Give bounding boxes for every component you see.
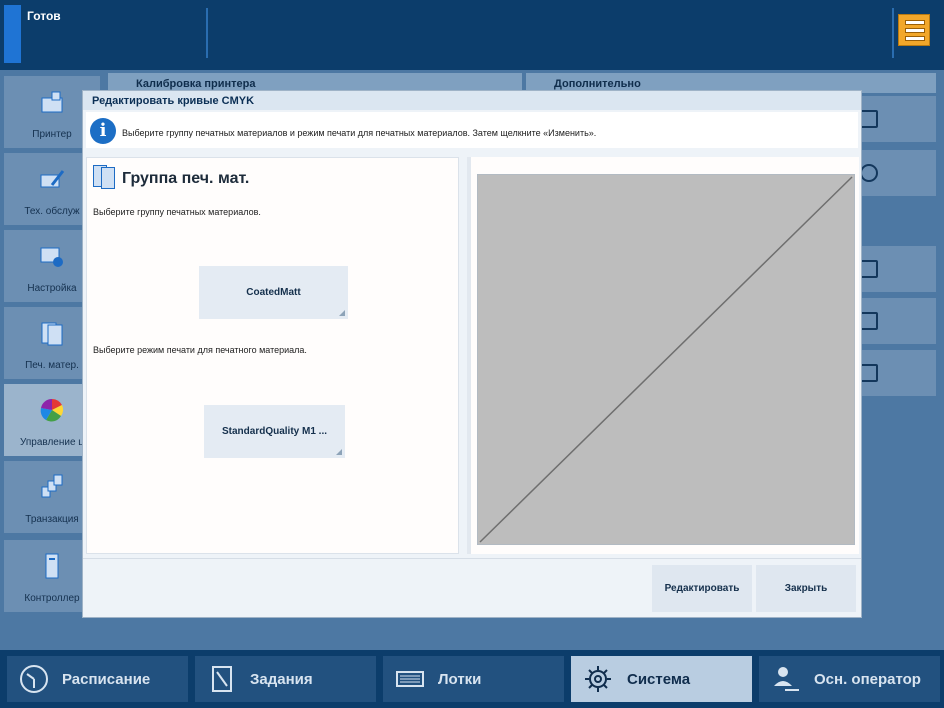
media-group-select[interactable]: CoatedMatt (199, 266, 348, 319)
media-group-prompt: Выберите группу печатных материалов. (93, 207, 261, 217)
curve-preview-pane (467, 157, 859, 554)
clock-icon (20, 665, 48, 693)
media-icon (41, 322, 63, 346)
edit-cmyk-curves-dialog: Редактировать кривые CMYK i Выберите гру… (82, 90, 862, 618)
info-text: Выберите группу печатных материалов и ре… (122, 128, 597, 138)
info-icon: i (90, 118, 116, 144)
bottom-nav-schedule[interactable]: Расписание (7, 656, 188, 702)
bottom-nav-jobs[interactable]: Задания (195, 656, 376, 702)
top-divider (206, 8, 208, 58)
bottom-nav-system[interactable]: Система (571, 656, 752, 702)
configuration-icon (40, 247, 63, 267)
footer-divider (83, 558, 861, 559)
jobs-icon (212, 666, 232, 692)
menu-button[interactable] (898, 14, 930, 46)
bottom-nav-operator[interactable]: Осн. оператор (759, 656, 940, 702)
media-group-pane: Группа печ. мат. Выберите группу печатны… (86, 157, 459, 554)
cmyk-curve-graph (477, 174, 855, 545)
media-group-icon (93, 165, 119, 189)
bg-tile[interactable] (856, 298, 936, 344)
controller-icon (45, 553, 59, 579)
section-title: Группа печ. мат. (122, 170, 250, 187)
maintenance-icon (40, 170, 65, 188)
color-management-icon (40, 398, 64, 422)
menu-icon (905, 20, 925, 25)
bg-tile[interactable] (856, 150, 936, 196)
status-indicator (4, 5, 21, 63)
bottom-nav-trays[interactable]: Лотки (383, 656, 564, 702)
top-divider-right (892, 8, 894, 58)
close-button[interactable]: Закрыть (756, 565, 856, 612)
trays-icon (396, 671, 424, 687)
printer-icon (41, 91, 63, 113)
gear-icon (585, 666, 611, 692)
status-text: Готов (27, 9, 61, 23)
bg-tile[interactable] (856, 246, 936, 292)
bg-tile[interactable] (856, 96, 936, 142)
dropdown-corner-icon (339, 310, 345, 316)
bg-tile[interactable] (856, 350, 936, 396)
top-status-bar: Готов (0, 0, 944, 70)
info-banner: i Выберите группу печатных материалов и … (86, 112, 858, 148)
transaction-icon (41, 474, 63, 498)
print-mode-select[interactable]: StandardQuality M1 ... (204, 405, 345, 458)
dialog-title: Редактировать кривые CMYK (83, 91, 861, 110)
print-mode-prompt: Выберите режим печати для печатного мате… (93, 345, 307, 355)
user-key-icon (774, 667, 799, 691)
dropdown-corner-icon (336, 449, 342, 455)
edit-button[interactable]: Редактировать (652, 565, 752, 612)
